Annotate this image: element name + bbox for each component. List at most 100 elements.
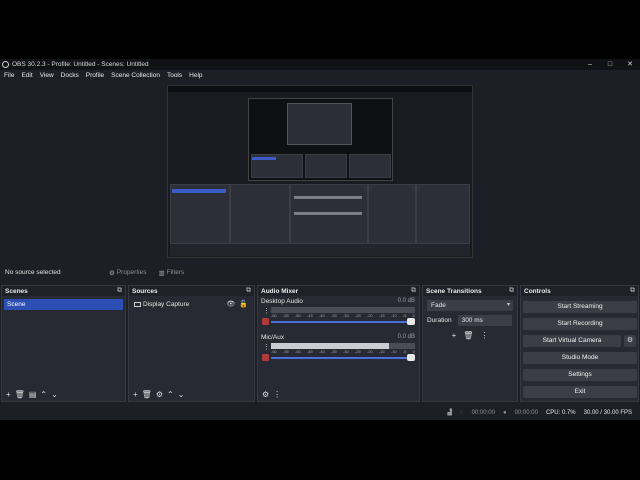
dock-area: Scenes ⧉ Scene + 🗑 ▤ ⌃ ⌄ Sources ⧉ Displ… (0, 285, 640, 402)
close-button[interactable]: ✕ (620, 59, 640, 70)
menu-tools[interactable]: Tools (167, 72, 182, 79)
controls-header: Controls ⧉ (521, 286, 638, 296)
menu-help[interactable]: Help (189, 72, 202, 79)
meter-tick-label: -35 (330, 313, 337, 318)
speaker-icon[interactable] (262, 318, 269, 325)
scenes-dock: Scenes ⧉ Scene + 🗑 ▤ ⌃ ⌄ (1, 285, 126, 402)
preview-recursive-panel (368, 184, 416, 244)
remove-source-icon[interactable]: 🗑 (142, 390, 152, 399)
volume-slider-handle[interactable] (407, 354, 415, 361)
move-up-icon[interactable]: ⌃ (40, 390, 47, 399)
gear-icon[interactable]: ⚙ (156, 390, 163, 399)
status-bar: ▟ ◌ 00:00:00 ● 00:00:00 CPU: 0.7% 30.00 … (0, 405, 640, 420)
meter-tick-label: -15 (378, 349, 385, 354)
kebab-menu-icon[interactable]: ⋮ (263, 307, 270, 315)
maximize-button[interactable]: □ (600, 59, 620, 70)
remove-transition-icon[interactable]: 🗑 (463, 331, 473, 340)
transition-type-select[interactable]: Fade ▾ (427, 300, 513, 311)
undock-icon[interactable]: ⧉ (246, 287, 251, 295)
eye-icon[interactable]: 👁 (226, 299, 235, 310)
stream-indicator-icon: ◌ (460, 409, 464, 416)
meter-tick-label: -40 (318, 313, 325, 318)
fps-readout: 30.00 / 30.00 FPS (583, 409, 632, 416)
menu-docks[interactable]: Docks (61, 72, 79, 79)
add-source-icon[interactable]: + (133, 390, 138, 399)
preview-recursive-menubar (168, 92, 472, 97)
sources-toolbar: + 🗑 ⚙ ⌃ ⌄ (129, 387, 254, 401)
channel-db: 0.0 dB (397, 334, 415, 340)
exit-button[interactable]: Exit (523, 386, 637, 398)
studio-mode-button[interactable]: Studio Mode (523, 352, 637, 364)
gear-icon[interactable]: ⚙ (262, 390, 269, 399)
menu-bar: File Edit View Docks Profile Scene Colle… (0, 70, 640, 81)
settings-button[interactable]: Settings (523, 369, 637, 381)
meter-tick-label: -60 (271, 349, 277, 354)
volume-slider-handle[interactable] (407, 318, 415, 325)
sources-dock-header: Sources ⧉ (129, 286, 254, 296)
kebab-menu-icon[interactable]: ⋮ (480, 331, 488, 340)
obs-logo-icon (2, 61, 9, 68)
preview-recursive-panel (305, 154, 347, 178)
move-down-icon[interactable]: ⌄ (178, 390, 185, 399)
duration-label: Duration (427, 317, 452, 324)
start-streaming-button[interactable]: Start Streaming (523, 301, 637, 313)
menu-scene-collection[interactable]: Scene Collection (111, 72, 160, 79)
window-title: OBS 30.2.3 - Profile: Untitled - Scenes:… (12, 61, 149, 68)
speaker-icon[interactable] (262, 354, 269, 361)
source-toolbar: No source selected ⚙ Properties ▥ Filter… (0, 264, 640, 281)
menu-view[interactable]: View (40, 72, 54, 79)
transition-buttons: + 🗑 ⋮ (423, 331, 517, 340)
meter-tick-label: -5 (402, 349, 407, 354)
menu-profile[interactable]: Profile (86, 72, 104, 79)
mixer-channel: Desktop Audio 0.0 dB ⋮ -60 -55 -50 -45 -40 -3… (258, 296, 419, 332)
minimize-button[interactable]: – (580, 59, 600, 70)
undock-icon[interactable]: ⧉ (117, 287, 122, 295)
preview-area (0, 81, 640, 264)
add-scene-icon[interactable]: + (6, 390, 11, 399)
virtual-camera-settings-icon[interactable]: ⚙ (624, 335, 636, 347)
mixer-channel: Mic/Aux 0.0 dB ⋮ -60 -55 -50 -45 -40 -35 -30 -2… (258, 332, 419, 368)
record-indicator-icon: ● (502, 409, 507, 416)
remove-scene-icon[interactable]: 🗑 (15, 390, 25, 399)
properties-button[interactable]: ⚙ Properties (109, 269, 146, 277)
kebab-menu-icon[interactable]: ⋮ (273, 390, 281, 399)
start-recording-button[interactable]: Start Recording (523, 318, 637, 330)
signal-icon: ▟ (447, 410, 453, 416)
title-bar: OBS 30.2.3 - Profile: Untitled - Scenes:… (0, 59, 640, 70)
volume-slider[interactable] (271, 357, 408, 359)
audio-mixer-dock: Audio Mixer ⧉ Desktop Audio 0.0 dB ⋮ -60… (257, 285, 420, 402)
preview-recursive-panel (416, 184, 470, 244)
add-transition-icon[interactable]: + (452, 331, 457, 340)
properties-label: Properties (116, 269, 147, 276)
source-name: Display Capture (143, 301, 190, 308)
volume-slider[interactable] (271, 321, 408, 323)
move-down-icon[interactable]: ⌄ (51, 390, 58, 399)
window-controls: – □ ✕ (580, 59, 640, 70)
undock-icon[interactable]: ⧉ (411, 287, 416, 295)
meter-ticks: -60 -55 -50 -45 -40 -35 -30 -25 -20 -15 -10 -5 0 (271, 349, 415, 354)
filters-button[interactable]: ▥ Filters (158, 269, 184, 277)
scene-list-item[interactable]: Scene (4, 299, 123, 310)
lock-icon[interactable]: 🔓 (239, 299, 248, 310)
preview-canvas[interactable] (167, 85, 473, 258)
meter-tick-label: -45 (306, 349, 313, 354)
sources-dock: Sources ⧉ Display Capture 👁 🔓 + 🗑 ⚙ ⌃ ⌄ (128, 285, 255, 402)
menu-file[interactable]: File (4, 72, 14, 79)
start-virtual-camera-button[interactable]: Start Virtual Camera (523, 335, 621, 347)
menu-edit[interactable]: Edit (21, 72, 32, 79)
duration-input[interactable]: 300 ms (457, 315, 512, 326)
preview-recursive-panel (170, 184, 230, 244)
preview-recursive-highlight (172, 189, 226, 193)
meter-tick-label: -60 (271, 313, 277, 318)
undock-icon[interactable]: ⧉ (630, 287, 635, 295)
meter-tick-label: -20 (366, 349, 373, 354)
kebab-menu-icon[interactable]: ⋮ (263, 343, 270, 351)
obs-window: OBS 30.2.3 - Profile: Untitled - Scenes:… (0, 59, 640, 420)
undock-icon[interactable]: ⧉ (509, 287, 514, 295)
source-list-item[interactable]: Display Capture 👁 🔓 (131, 299, 252, 310)
filter-icon[interactable]: ▤ (29, 390, 37, 399)
move-up-icon[interactable]: ⌃ (167, 390, 174, 399)
chevron-down-icon: ▾ (506, 302, 510, 308)
meter-tick-label: -5 (402, 313, 407, 318)
gear-icon: ⚙ (109, 269, 115, 277)
